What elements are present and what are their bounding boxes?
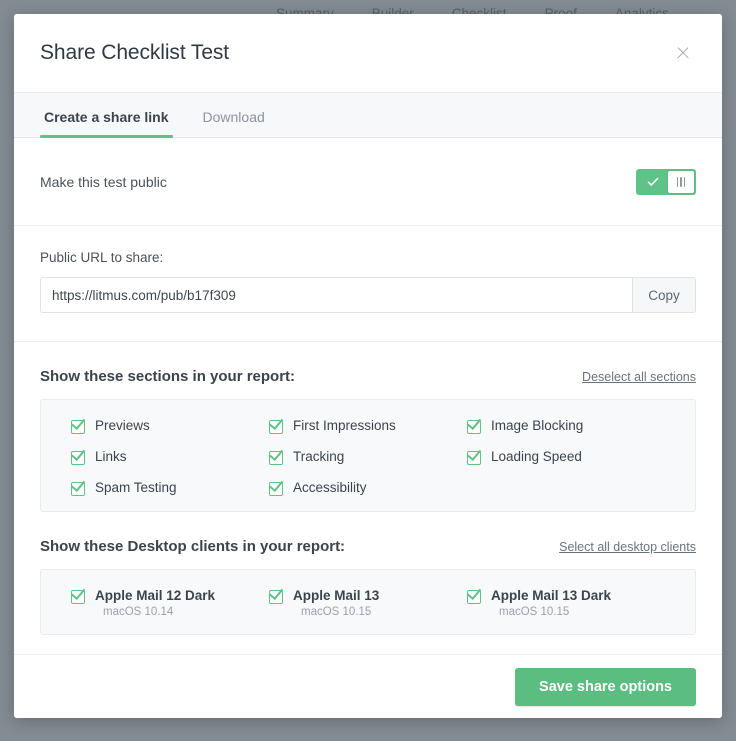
sections-grid: Previews First Impressions Image Blockin… [41,414,695,496]
section-label: Spam Testing [95,480,177,495]
checkbox-checked-icon [268,414,284,434]
checkbox-checked-icon [466,584,482,604]
client-label: Apple Mail 13 Dark [491,588,612,603]
section-label: Links [95,449,127,464]
deselect-all-sections-link[interactable]: Deselect all sections [582,370,696,384]
desktop-clients-card: Apple Mail 12 Dark macOS 10.14 Apple Mai… [40,569,696,635]
copy-button[interactable]: Copy [632,277,696,313]
section-checkbox-accessibility[interactable]: Accessibility [268,476,467,496]
checkbox-checked-icon [466,445,482,465]
client-checkbox-apple-mail-13[interactable]: Apple Mail 13 macOS 10.15 [268,584,467,618]
public-url-group: Copy [40,277,696,313]
desktop-clients-group-title: Show these Desktop clients in your repor… [40,538,346,555]
checkbox-checked-icon [70,476,86,496]
make-public-toggle[interactable] [636,168,696,195]
client-checkbox-apple-mail-12-dark[interactable]: Apple Mail 12 Dark macOS 10.14 [70,584,269,618]
public-url-label: Public URL to share: [40,250,164,265]
section-checkbox-links[interactable]: Links [70,445,269,465]
section-checkbox-loading-speed[interactable]: Loading Speed [466,445,665,465]
sections-group: Show these sections in your report: Dese… [14,342,722,512]
checkbox-checked-icon [268,476,284,496]
public-url-section: Public URL to share: Copy [14,226,722,342]
checkbox-checked-icon [268,584,284,604]
section-label: Image Blocking [491,418,584,433]
section-checkbox-image-blocking[interactable]: Image Blocking [466,414,665,434]
client-label: Apple Mail 13 [293,588,380,603]
make-public-row: Make this test public [14,138,722,226]
modal-tabbar: Create a share link Download [14,92,722,138]
client-label: Apple Mail 12 Dark [95,588,216,603]
desktop-clients-group: Show these Desktop clients in your repor… [14,512,722,635]
section-label: Loading Speed [491,449,582,464]
share-modal: Share Checklist Test Create a share link… [14,14,722,718]
sections-group-title: Show these sections in your report: [40,368,296,385]
checkbox-checked-icon [70,584,86,604]
page-title: Share Checklist Test [40,41,230,64]
check-icon [638,176,668,188]
section-label: First Impressions [293,418,396,433]
client-os-version: macOS 10.15 [499,606,570,618]
checkbox-checked-icon [70,445,86,465]
desktop-clients-group-header: Show these Desktop clients in your repor… [40,538,696,555]
body-bottom-spacer [14,635,722,654]
modal-header: Share Checklist Test [14,14,722,92]
tab-create-share-link-label: Create a share link [44,109,169,125]
tab-download[interactable]: Download [199,109,269,137]
checkbox-checked-icon [466,414,482,434]
save-share-options-button[interactable]: Save share options [515,667,696,706]
section-label: Tracking [293,449,345,464]
close-icon[interactable] [670,40,696,66]
sections-card: Previews First Impressions Image Blockin… [40,399,696,512]
public-url-input[interactable] [40,277,632,313]
select-all-desktop-clients-link[interactable]: Select all desktop clients [559,540,696,554]
client-os-version: macOS 10.14 [103,606,174,618]
desktop-clients-grid: Apple Mail 12 Dark macOS 10.14 Apple Mai… [41,584,695,618]
checkbox-checked-icon [70,414,86,434]
section-checkbox-previews[interactable]: Previews [70,414,269,434]
section-checkbox-first-impressions[interactable]: First Impressions [268,414,467,434]
client-checkbox-apple-mail-13-dark[interactable]: Apple Mail 13 Dark macOS 10.15 [466,584,665,618]
section-label: Previews [95,418,150,433]
checkbox-checked-icon [268,445,284,465]
toggle-grip-handle [668,170,694,193]
section-checkbox-tracking[interactable]: Tracking [268,445,467,465]
modal-scroll-body[interactable]: Make this test public Public URL to shar… [14,138,722,654]
make-public-label: Make this test public [40,173,167,190]
section-label: Accessibility [293,480,367,495]
section-checkbox-spam-testing[interactable]: Spam Testing [70,476,269,496]
client-os-version: macOS 10.15 [301,606,372,618]
sections-group-header: Show these sections in your report: Dese… [40,368,696,385]
modal-footer: Save share options [14,654,722,718]
tab-download-label: Download [202,109,265,125]
tab-create-share-link[interactable]: Create a share link [40,109,173,138]
